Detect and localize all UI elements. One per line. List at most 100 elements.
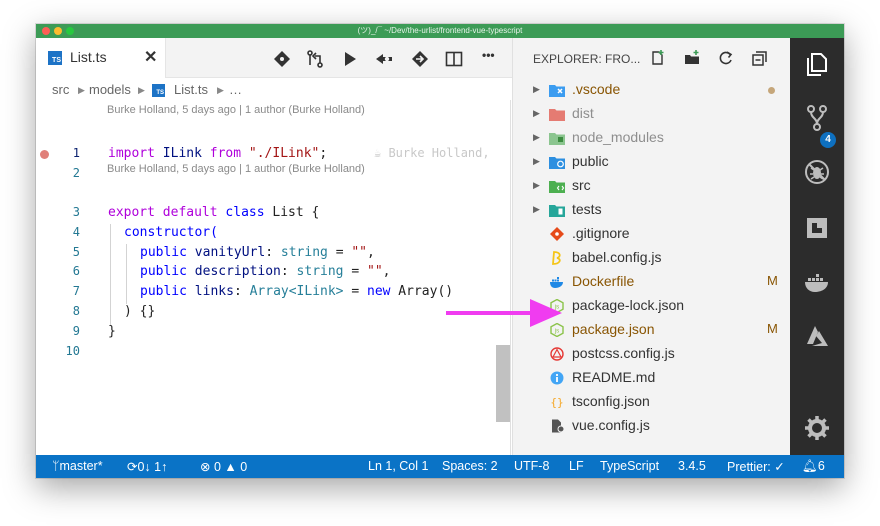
line-number: 8	[72, 304, 80, 318]
git-file-icon	[550, 227, 564, 241]
extensions-icon[interactable]	[803, 214, 831, 242]
line-number: 7	[72, 284, 80, 298]
go-back-icon[interactable]	[374, 49, 394, 69]
file-name: .gitignore	[572, 225, 630, 241]
code-editor[interactable]: Burke Holland, 5 days ago | 1 author (Bu…	[36, 100, 512, 475]
go-forward-icon[interactable]	[410, 49, 430, 69]
refresh-icon[interactable]	[717, 49, 735, 67]
new-folder-icon[interactable]	[683, 49, 701, 67]
compare-changes-icon[interactable]	[305, 49, 325, 69]
tab-label: List.ts	[70, 49, 107, 65]
list-item[interactable]: ▶ src	[513, 174, 791, 198]
language-mode[interactable]: TypeScript	[600, 459, 659, 473]
more-icon[interactable]: •••	[482, 48, 502, 68]
breadcrumb-symbols[interactable]: …	[229, 82, 242, 97]
source-control-badge: 4	[820, 132, 836, 148]
breadcrumb-separator-icon: ▶	[78, 85, 85, 95]
list-item[interactable]: babel.config.js	[513, 246, 791, 270]
list-item[interactable]: .gitignore	[513, 222, 791, 246]
config-file-icon	[552, 419, 565, 433]
split-editor-icon[interactable]	[444, 49, 464, 69]
file-name: tsconfig.json	[572, 393, 650, 409]
problems-status[interactable]: ⊗ 0 ▲ 0	[200, 459, 247, 474]
new-file-icon[interactable]	[649, 49, 667, 67]
file-name: .vscode	[572, 81, 621, 97]
typescript-file-icon: TS	[48, 51, 62, 65]
list-item[interactable]: ▶ tests	[513, 198, 791, 222]
vscode-folder-icon	[549, 85, 565, 97]
docker-icon[interactable]	[803, 268, 831, 296]
list-item[interactable]: vue.config.js	[513, 414, 791, 438]
json-file-icon: {}	[550, 396, 563, 409]
node-modules-folder-icon	[549, 133, 565, 145]
vertical-scrollbar[interactable]	[496, 345, 510, 422]
list-item[interactable]: postcss.config.js	[513, 342, 791, 366]
breadcrumb: src ▶ models ▶ TS List.ts ▶ …	[36, 78, 512, 100]
tab-close-icon[interactable]: ✕	[144, 47, 157, 67]
line-number: 1	[72, 146, 80, 160]
explorer-panel: EXPLORER: FRO... ▶ .vscode ▶ dist ▶ node…	[512, 38, 790, 462]
git-branch-icon: ᛘ	[52, 459, 60, 473]
branch-status[interactable]: ᛘmaster*	[52, 459, 103, 473]
typescript-file-icon: TS	[152, 84, 165, 97]
git-modified-badge: M	[767, 321, 778, 336]
file-name: babel.config.js	[572, 249, 662, 265]
explorer-icon[interactable]	[803, 50, 831, 78]
list-item[interactable]: {} tsconfig.json	[513, 390, 791, 414]
activity-bar: 4	[790, 38, 844, 462]
cursor-position[interactable]: Ln 1, Col 1	[368, 459, 428, 473]
line-number: 6	[72, 264, 80, 278]
indentation-status[interactable]: Spaces: 2	[442, 459, 498, 473]
svg-text:{}: {}	[550, 396, 563, 409]
breadcrumb-file[interactable]: List.ts	[174, 82, 208, 97]
list-item[interactable]: Dockerfile M	[513, 270, 791, 294]
line-number: 10	[65, 344, 80, 358]
breadcrumb-separator-icon: ▶	[138, 85, 145, 95]
git-diamond-icon[interactable]	[272, 49, 292, 69]
title-bar: (ツ)_/¯ ~/Dev/the-urlist/frontend-vue-typ…	[36, 24, 844, 38]
codelens-author[interactable]: Burke Holland, 5 days ago | 1 author (Bu…	[107, 104, 365, 116]
indent-guide	[126, 244, 127, 304]
file-name: package.json	[572, 321, 655, 337]
source-control-icon[interactable]	[803, 104, 831, 132]
code-line-4: constructor(	[124, 225, 218, 240]
code-line-5: public vanityUrl: string = "",	[140, 245, 375, 260]
chevron-right-icon: ▶	[533, 132, 540, 142]
warning-icon: ▲	[224, 460, 237, 474]
file-name: vue.config.js	[572, 417, 650, 433]
info-file-icon	[550, 371, 564, 385]
line-number: 2	[72, 166, 80, 180]
docker-file-icon	[550, 277, 563, 288]
list-item[interactable]: ▶ dist	[513, 102, 791, 126]
prettier-status[interactable]: Prettier: ✓	[727, 459, 785, 474]
sync-status[interactable]: ⟳0↓ 1↑	[127, 459, 167, 474]
list-item[interactable]: README.md	[513, 366, 791, 390]
codelens-author[interactable]: Burke Holland, 5 days ago | 1 author (Bu…	[107, 163, 365, 175]
breadcrumb-models[interactable]: models	[89, 82, 131, 97]
list-item[interactable]: ▶ .vscode	[513, 78, 791, 102]
run-icon[interactable]	[340, 49, 360, 69]
eol-status[interactable]: LF	[569, 459, 584, 473]
bell-icon: 🔔︎	[802, 459, 818, 473]
indent-guide	[110, 224, 111, 326]
annotation-arrow-icon	[446, 299, 562, 327]
settings-gear-icon[interactable]	[803, 414, 831, 442]
azure-icon[interactable]	[803, 322, 831, 350]
encoding-status[interactable]: UTF-8	[514, 459, 549, 473]
postcss-file-icon	[550, 347, 564, 361]
git-modified-badge: M	[767, 273, 778, 288]
list-item[interactable]: ▶ node_modules	[513, 126, 791, 150]
debug-icon[interactable]	[803, 158, 831, 186]
file-name: public	[572, 153, 609, 169]
typescript-version[interactable]: 3.4.5	[678, 459, 706, 473]
notifications-status[interactable]: 🔔︎6	[802, 459, 825, 474]
explorer-header: EXPLORER: FRO...	[513, 38, 791, 78]
breadcrumb-src[interactable]: src	[52, 82, 69, 97]
tests-folder-icon	[549, 205, 565, 217]
chevron-right-icon: ▶	[533, 84, 540, 94]
file-name: tests	[572, 201, 602, 217]
collapse-all-icon[interactable]	[751, 49, 769, 67]
tab-list-ts[interactable]: TS List.ts ✕	[36, 38, 166, 78]
list-item[interactable]: ▶ public	[513, 150, 791, 174]
file-name: src	[572, 177, 591, 193]
